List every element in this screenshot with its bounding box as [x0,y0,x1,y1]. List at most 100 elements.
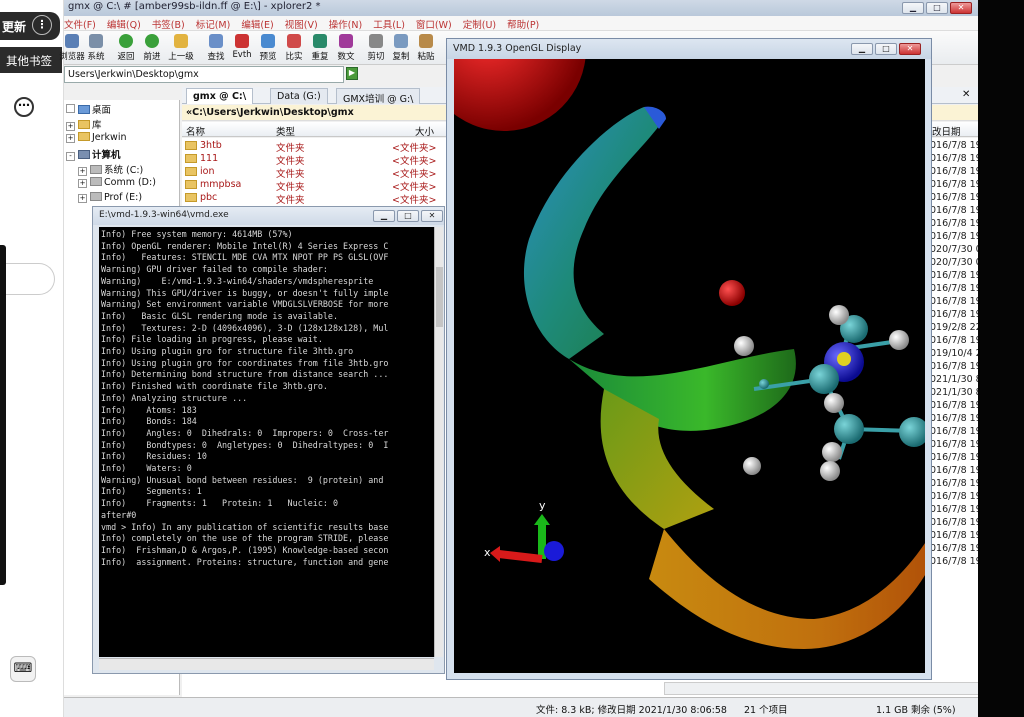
close-tab-icon[interactable]: ✕ [962,89,970,100]
toolbar-button[interactable]: 上一级 [167,34,195,62]
update-button[interactable]: 更新 ⋮ [0,12,60,40]
file-name: ion [200,166,215,177]
toolbar-button[interactable]: 重复 [306,34,334,62]
expand-icon[interactable]: + [78,179,87,188]
menu-item[interactable]: 文件(F) [64,16,96,31]
expand-icon[interactable]: + [78,167,87,176]
scrollbar-thumb[interactable] [436,267,443,327]
column-modified[interactable]: 改日期 [932,124,961,138]
collapse-icon[interactable]: - [66,152,75,161]
close-button[interactable]: ✕ [899,43,921,55]
close-button[interactable]: ✕ [421,210,443,222]
maximize-button[interactable]: □ [875,43,897,55]
modified-date: 016/7/8 19 [930,283,982,294]
modified-date: 016/7/8 19 [930,335,982,346]
console-line: Info) Bonds: 184 [101,416,197,427]
console-line: Warning) GPU driver failed to compile sh… [101,264,328,275]
menu-item[interactable]: 窗口(W) [416,16,452,31]
toolbar-button[interactable]: 系统 [82,34,110,62]
toolbar-button[interactable]: 返回 [112,34,140,62]
drive-icon [90,192,102,201]
tree-item-computer[interactable]: - 计算机 [66,147,121,161]
maximize-button[interactable]: □ [926,2,948,14]
modified-date: 020/7/30 0 [930,257,982,268]
address-bar[interactable]: Users\Jerkwin\Desktop\gmx [64,66,344,83]
folder-icon [185,167,197,176]
keyboard-icon[interactable]: ⌨ [10,656,36,682]
toolbar-button[interactable]: Evth [228,34,256,60]
menu-item[interactable]: 编辑(Q) [107,16,141,31]
modified-date: 016/7/8 19 [930,556,982,567]
go-arrow-icon[interactable]: ▶ [346,67,358,80]
expand-icon[interactable]: + [78,194,87,203]
modified-date: 016/7/8 19 [930,361,982,372]
tab-gmx-training[interactable]: GMX培训 @ G:\ [336,88,421,105]
tab-gmx[interactable]: gmx @ C:\ [186,88,254,104]
console-output[interactable]: Info) Free system memory: 4614MB (57%) In… [99,227,434,657]
toolbar-button[interactable]: 数文 [332,34,360,62]
menu-item[interactable]: 帮助(P) [507,16,539,31]
console-title-bar: E:\vmd-1.9.3-win64\vmd.exe ▁ □ ✕ [93,207,444,225]
modified-date: 019/2/8 22 [930,322,982,333]
other-bookmarks-button[interactable]: 其他书签 [0,47,62,73]
menu-item[interactable]: 定制(U) [463,16,496,31]
toolbar-button[interactable]: 剪切 [362,34,390,62]
modified-date: 016/7/8 19 [930,270,982,281]
modified-date: 016/7/8 19 [930,192,982,203]
opengl-canvas[interactable]: x y [454,59,925,673]
tree-item-drive-c[interactable]: + 系统 (C:) [78,162,143,176]
tree-item-desktop[interactable]: 桌面 [66,102,111,116]
toolbar-button[interactable]: 粘贴 [412,34,440,62]
menu-item[interactable]: 标记(M) [196,16,231,31]
toolbar-button[interactable]: 比实 [280,34,308,62]
menu-item[interactable]: 书签(B) [152,16,185,31]
status-free: 1.1 GB 剩余 (5%) [876,705,956,716]
update-menu-icon[interactable]: ⋮ [32,15,52,35]
tree-item-drive-d[interactable]: + Comm (D:) [78,177,156,188]
menu-item[interactable]: 工具(L) [373,16,405,31]
minimize-button[interactable]: ▁ [851,43,873,55]
carbon-atom [834,414,864,444]
console-line: Info) OpenGL renderer: Mobile Intel(R) 4… [101,240,389,251]
expand-icon[interactable]: + [66,134,75,143]
column-type[interactable]: 类型 [276,124,295,138]
hydrogen-atom [734,336,754,356]
copy-icon [394,34,408,48]
console-line: Info) Waters: 0 [101,463,192,474]
tree-item-drive-e[interactable]: + Prof (E:) [78,192,142,203]
maximize-button[interactable]: □ [397,210,419,222]
menu-item[interactable]: 操作(N) [329,16,363,31]
tree-item-user[interactable]: + Jerkwin [66,132,126,143]
menu-item[interactable]: 编辑(E) [241,16,273,31]
modified-date: 016/7/8 19 [930,504,982,515]
minimize-button[interactable]: ▁ [902,2,924,14]
horizontal-scrollbar[interactable] [99,658,434,670]
column-name[interactable]: 名称 [186,124,205,138]
side-pill-button[interactable] [0,263,55,295]
menu-item[interactable]: 视图(V) [285,16,318,31]
hydrogen-atom [889,330,909,350]
minimize-button[interactable]: ▁ [373,210,395,222]
modified-date: 016/7/8 19 [930,465,982,476]
tree-item-library[interactable]: + 库 [66,117,102,131]
modified-date: 016/7/8 19 [930,309,982,320]
expand-icon[interactable]: + [66,122,75,131]
console-line: Info) Analyzing structure ... [101,392,248,403]
tab-data[interactable]: Data (G:) [270,88,328,104]
system-icon [89,34,103,48]
up-icon [174,34,188,48]
toolbar-button[interactable]: 复制 [387,34,415,62]
vertical-scrollbar[interactable] [434,227,443,657]
horizontal-scrollbar[interactable] [664,682,1024,695]
toolbar-button[interactable]: 预览 [254,34,282,62]
toolbar-button[interactable]: 查找 [202,34,230,62]
expand-icon[interactable] [66,104,75,113]
close-button[interactable]: ✕ [950,2,972,14]
column-size[interactable]: 大小 [415,124,434,138]
console-line: Info) assignment. Proteins: structure, f… [101,556,389,567]
modified-date: 016/7/8 19 [930,491,982,502]
more-options-icon[interactable]: ⋯ [14,97,34,117]
toolbar-button[interactable]: 前进 [138,34,166,62]
console-line: Warning) This GPU/driver is buggy, or do… [101,287,389,298]
modified-date: 016/7/8 19 [930,439,982,450]
